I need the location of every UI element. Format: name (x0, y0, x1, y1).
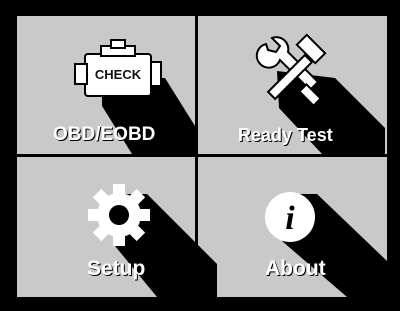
device-screen: CHECK OBD/EOBD Ready Test Setup i About (0, 0, 400, 311)
info-icon-glyph: i (285, 200, 295, 237)
menu-item-label: OBD/EOBD (53, 124, 156, 145)
menu-item-label: About (265, 257, 326, 280)
menu-item-ready-test[interactable]: Ready Test (198, 16, 387, 154)
check-engine-icon-text: CHECK (95, 67, 142, 82)
menu-item-label: Ready Test (238, 125, 333, 145)
menu-item-about[interactable]: i About (198, 157, 387, 297)
menu-item-label: Setup (87, 257, 146, 280)
menu-item-setup[interactable]: Setup (17, 157, 195, 297)
menu-item-obd-eobd[interactable]: CHECK OBD/EOBD (17, 16, 195, 154)
